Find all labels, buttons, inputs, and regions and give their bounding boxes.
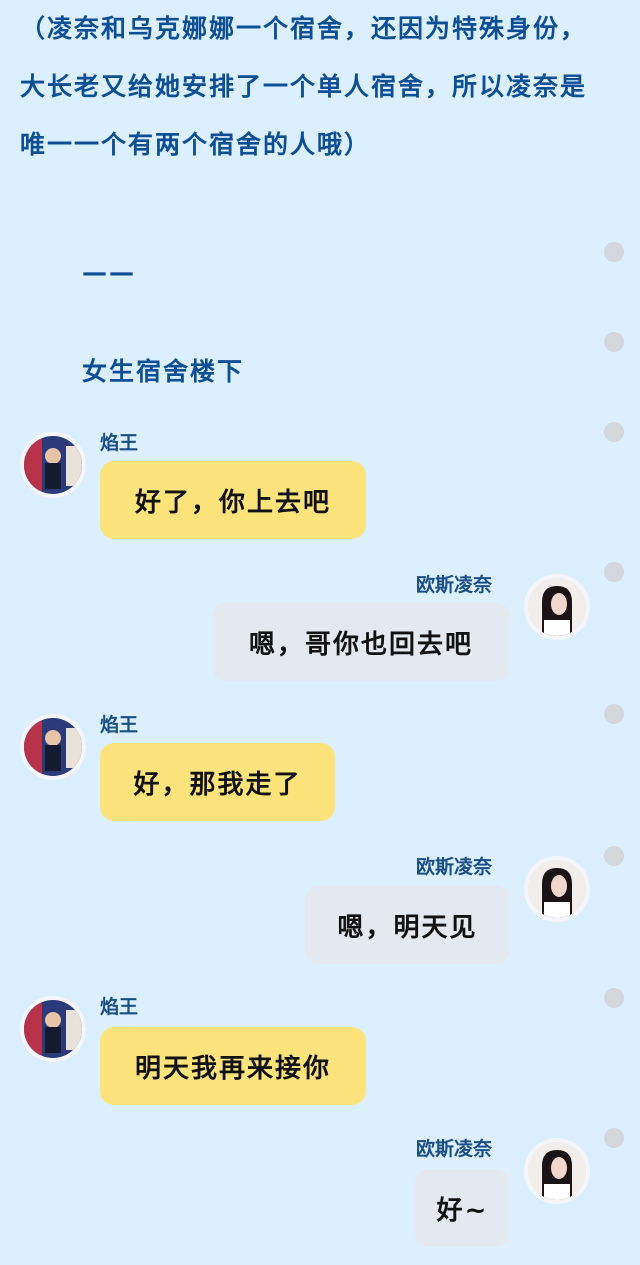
message-bubble[interactable]: 嗯，哥你也回去吧	[212, 603, 510, 681]
sender-name: 欧斯凌奈	[416, 574, 493, 596]
side-dot	[604, 1128, 624, 1148]
narration-paragraph: （凌奈和乌克娜娜一个宿舍，还因为特殊身份，大长老又给她安排了一个单人宿舍，所以凌…	[20, 14, 588, 159]
sender-name: 焰王	[100, 996, 139, 1018]
avatar-yanwang[interactable]	[20, 996, 86, 1062]
side-dot	[604, 562, 624, 582]
scene-heading: 女生宿舍楼下	[82, 357, 245, 386]
sender-name: 欧斯凌奈	[416, 856, 493, 878]
avatar-yanwang[interactable]	[20, 714, 86, 780]
message-bubble[interactable]: 嗯，明天见	[305, 886, 510, 964]
message-bubble[interactable]: 明天我再来接你	[100, 1027, 366, 1105]
sender-name: 焰王	[100, 714, 139, 736]
side-dot	[604, 422, 624, 442]
side-dot	[604, 846, 624, 866]
side-dot	[604, 704, 624, 724]
avatar-ousilingnai[interactable]	[524, 574, 590, 640]
message-bubble[interactable]: 好~	[415, 1169, 510, 1247]
side-dot	[604, 988, 624, 1008]
avatar-ousilingnai[interactable]	[524, 1138, 590, 1204]
narration-divider: ——	[82, 258, 136, 287]
avatar-yanwang[interactable]	[20, 432, 86, 498]
avatar-ousilingnai[interactable]	[524, 856, 590, 922]
sender-name: 焰王	[100, 432, 139, 454]
message-bubble[interactable]: 好，那我走了	[100, 743, 335, 821]
sender-name: 欧斯凌奈	[416, 1138, 493, 1160]
side-dot	[604, 332, 624, 352]
message-bubble[interactable]: 好了，你上去吧	[100, 461, 366, 539]
side-dot	[604, 242, 624, 262]
